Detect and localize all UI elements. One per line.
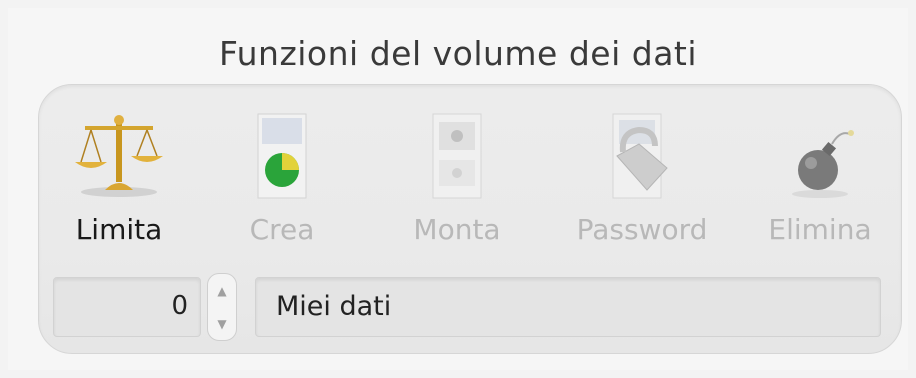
panel-title: Funzioni del volume dei dati [218, 34, 698, 73]
limit-button[interactable]: Limita [44, 111, 194, 251]
scales-icon [69, 111, 169, 201]
volume-name-value: Miei dati [276, 291, 392, 322]
mount-volume-icon [407, 111, 507, 201]
chevron-up-icon[interactable]: ▲ [217, 284, 226, 298]
create-button[interactable]: Crea [207, 111, 357, 251]
password-button[interactable]: Password [567, 111, 717, 251]
delete-label: Elimina [768, 213, 872, 246]
size-field[interactable]: 0 [53, 277, 201, 337]
password-label: Password [576, 213, 708, 246]
create-volume-icon [232, 111, 332, 201]
create-label: Crea [249, 213, 315, 246]
chevron-down-icon[interactable]: ▼ [217, 317, 226, 331]
mount-button[interactable]: Monta [382, 111, 532, 251]
bomb-icon [770, 111, 870, 201]
toolbar-group: Limita Crea Monta Password Elimina 0 ▲ ▼… [38, 84, 902, 354]
limit-label: Limita [75, 213, 163, 246]
volume-name-field[interactable]: Miei dati [255, 277, 881, 337]
volume-functions-panel: Funzioni del volume dei dati Limita Crea… [8, 8, 908, 370]
lock-icon [592, 111, 692, 201]
mount-label: Monta [413, 213, 501, 246]
delete-button[interactable]: Elimina [745, 111, 895, 251]
size-stepper[interactable]: ▲ ▼ [207, 273, 237, 341]
size-value: 0 [171, 291, 188, 321]
